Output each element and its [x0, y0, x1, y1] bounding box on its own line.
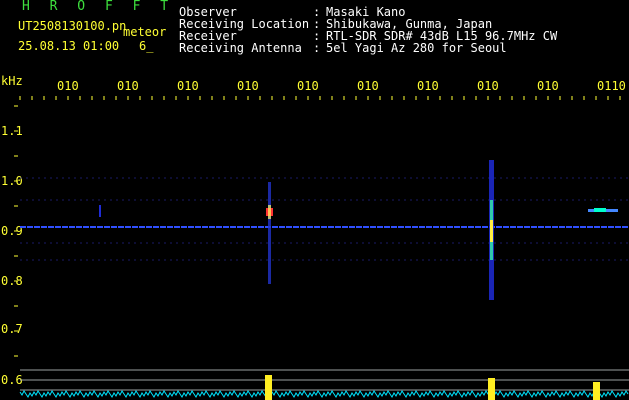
meteor-echo	[99, 205, 101, 217]
signal-spike	[265, 375, 272, 400]
meteor-echo-core	[594, 208, 606, 212]
meteor-echo-core	[490, 220, 493, 242]
signal-strength-trace	[19, 390, 629, 398]
hrofft-spectrogram-window: H R O F F T UT2508130100.pn meteor 25.08…	[0, 0, 629, 400]
meteor-echo-core	[268, 205, 271, 219]
meteor-echo	[268, 182, 271, 284]
signal-spike	[593, 382, 600, 400]
signal-spike	[488, 378, 495, 400]
spectrogram-plot	[14, 96, 629, 400]
